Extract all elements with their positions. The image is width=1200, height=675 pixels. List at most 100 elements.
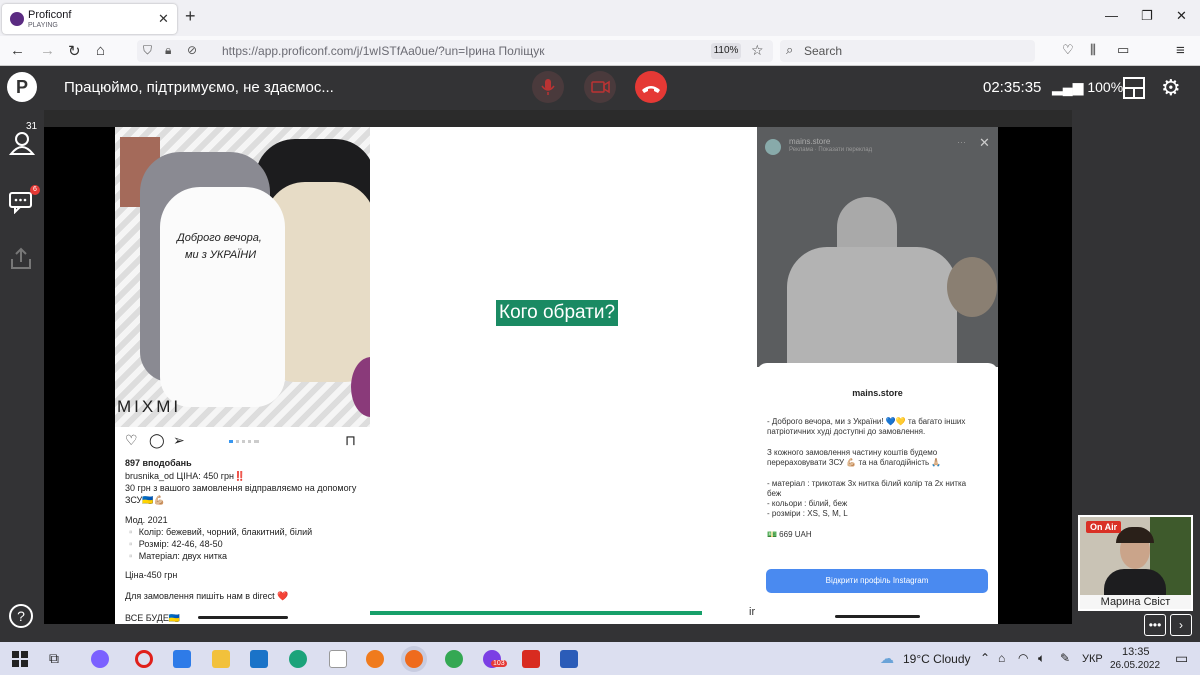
mail-icon[interactable] (250, 650, 268, 668)
product-desc-4: перераховувати ЗСУ 💪🏼 та на благодійніст… (767, 458, 942, 467)
windows-start-icon[interactable] (11, 650, 29, 668)
slide-question: Кого обрати? (496, 300, 619, 326)
comment-icon[interactable]: ◯ (149, 432, 165, 449)
restore-icon[interactable]: ❐ (1141, 8, 1153, 24)
conference-header: P Працюймо, підтримуємо, не здаємос... 0… (0, 66, 1200, 110)
product-desc-3: З кожного замовлення частину коштів буде… (767, 448, 938, 457)
chrome-icon[interactable] (445, 650, 463, 668)
participants-count: 31 (26, 121, 38, 132)
word-icon[interactable] (560, 650, 578, 668)
lock-icon[interactable]: 🔒︎ (165, 43, 171, 58)
caption-model: Мод. 2021 (125, 515, 168, 525)
document-icon[interactable] (329, 650, 347, 668)
hoodie-body (787, 247, 957, 367)
slide-fragment-text: ir (749, 606, 756, 618)
cloud-weather-icon: ☁ (880, 650, 894, 666)
more-icon[interactable]: ··· (957, 137, 966, 147)
search-icon: ⌕ (786, 42, 794, 57)
product-price: 💵 669 UAH (767, 530, 812, 539)
camera-off-icon (591, 80, 610, 94)
acrobat-icon[interactable] (522, 650, 540, 668)
hoodie-photo: mains.store Реклама · Показати переклад … (757, 127, 998, 367)
search-placeholder: Search (804, 44, 843, 58)
chat-badge: 6 (30, 185, 40, 195)
more-options-button[interactable]: ••• (1144, 614, 1166, 636)
shield-icon[interactable]: ⛉ (143, 43, 152, 58)
search-box[interactable]: ⌕ Search (780, 40, 1035, 62)
forward-arrow-icon[interactable]: → (40, 42, 55, 59)
product-desc-8: - розміри : XS, S, M, L (767, 509, 848, 518)
chat-button[interactable] (8, 190, 34, 220)
task-view-icon[interactable]: ⧉ (49, 650, 67, 668)
conference-sidebar: 31 6 ? (0, 110, 44, 642)
close-post-icon[interactable]: ✕ (979, 135, 990, 151)
microphone-off-icon (541, 79, 555, 95)
minimize-icon[interactable]: — (1105, 8, 1118, 23)
sweatshirt-print-line1: Доброго вечора, (177, 232, 262, 244)
permissions-icon[interactable]: ⊘ (187, 43, 197, 57)
url-bar[interactable]: ⛉ 🔒︎ ⊘ https://app.proficonf.com/j/1wIST… (137, 40, 773, 62)
clock-time[interactable]: 13:35 (1122, 646, 1150, 658)
camera-toggle-button[interactable] (584, 71, 616, 103)
browser-toolbar: ← → ↻ ⌂ ⛉ 🔒︎ ⊘ https://app.proficonf.com… (0, 36, 1200, 92)
bookmark-star-icon[interactable]: ☆ (751, 42, 764, 59)
reload-icon[interactable]: ↻ (68, 42, 81, 60)
weather-text[interactable]: 19°C Cloudy (903, 652, 971, 666)
firefox-icon[interactable] (366, 650, 384, 668)
volume-icon[interactable]: 🔈︎ (1038, 651, 1045, 666)
menu-icon[interactable]: ≡ (1176, 42, 1185, 59)
product-desc-1: - Доброго вечора, ми з України! 💙💛 та ба… (767, 417, 966, 426)
alice-assistant-icon[interactable] (91, 650, 109, 668)
open-instagram-profile-button[interactable]: Відкрити профіль Instagram (766, 569, 988, 593)
library-icon[interactable]: ⫼ (1090, 42, 1096, 58)
language-indicator[interactable]: УКР (1082, 653, 1103, 665)
pen-icon[interactable]: ✎ (1060, 651, 1070, 665)
video-person-hair (1116, 527, 1154, 543)
like-heart-icon[interactable]: ♡ (125, 432, 138, 449)
camera-preview[interactable]: On Air Марина Свіст (1078, 515, 1193, 611)
zoom-level[interactable]: 110% (711, 43, 741, 59)
wifi-icon[interactable]: ◠ (1018, 651, 1028, 665)
participant-name: Марина Свіст (1100, 596, 1171, 608)
save-bookmark-icon[interactable]: ⊓ (345, 432, 356, 449)
close-tab-icon[interactable]: ✕ (158, 11, 169, 27)
browser-tab[interactable]: Proficonf PLAYING ✕ (2, 4, 177, 34)
store-name-top: mains.store (789, 137, 831, 146)
caption-colors: ▫️ Колір: бежевий, чорний, блакитний, бі… (125, 527, 313, 537)
file-explorer-icon[interactable] (212, 650, 230, 668)
back-arrow-icon[interactable]: ← (10, 42, 25, 59)
layout-button[interactable] (1123, 77, 1145, 99)
caption-sizes: ▫️ Розмір: 42-46, 48-50 (125, 539, 223, 549)
carousel-dots (229, 440, 259, 443)
help-icon[interactable]: ? (9, 604, 33, 628)
show-hidden-icons-icon[interactable]: ⌃ (980, 651, 990, 665)
windows-taskbar: ⧉ 103 ☁ 19°C Cloudy ⌃ ⌂ ◠ 🔈︎ ✎ УКР 13:35… (0, 642, 1200, 675)
store-icon[interactable] (173, 650, 191, 668)
next-arrow-button[interactable]: › (1170, 614, 1192, 636)
share-button[interactable] (8, 245, 34, 277)
home-icon[interactable]: ⌂ (96, 42, 105, 59)
leave-call-button[interactable] (635, 71, 667, 103)
caption-order: Для замовлення пишіть нам в direct ❤️ (125, 591, 289, 601)
settings-gear-icon[interactable]: ⚙ (1161, 75, 1181, 101)
send-icon[interactable]: ➢ (173, 432, 185, 449)
caption-material: ▫️ Матеріал: двух нитка (125, 551, 227, 561)
participants-button[interactable] (8, 130, 36, 162)
store-name: mains.store (852, 388, 903, 398)
firefox-active-icon[interactable] (405, 650, 423, 668)
caption-line2: 30 грн з вашого замовлення відправляємо … (125, 483, 357, 493)
tab-title: Proficonf (28, 9, 72, 21)
pocket-icon[interactable]: ♡ (1062, 42, 1074, 58)
clock-date[interactable]: 26.05.2022 (1110, 660, 1160, 671)
presentation-slide: Доброго вечора, ми з УКРАЇНИ MIXMI ♡ ◯ ➢… (115, 127, 998, 624)
edge-icon[interactable] (289, 650, 307, 668)
new-tab-button[interactable]: + (185, 6, 196, 27)
close-window-icon[interactable]: ✕ (1176, 8, 1187, 24)
opera-icon[interactable] (135, 650, 153, 668)
notifications-icon[interactable]: ▭ (1175, 650, 1188, 667)
network-icon[interactable]: ⌂ (998, 651, 1005, 665)
mute-microphone-button[interactable] (532, 71, 564, 103)
chat-icon (9, 192, 32, 215)
sidebar-icon[interactable]: ▭ (1117, 42, 1129, 58)
home-indicator-right (835, 615, 920, 618)
